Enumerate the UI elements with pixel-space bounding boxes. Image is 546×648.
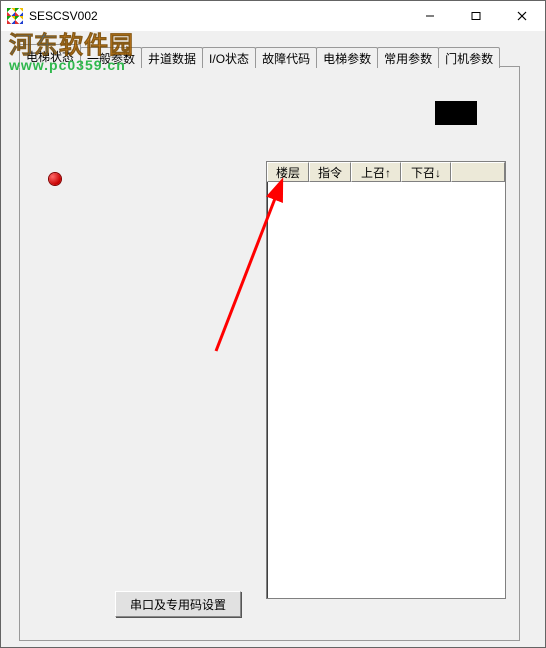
col-header-label: 指令 [318, 164, 342, 181]
minimize-button[interactable] [407, 1, 453, 31]
window-title: SESCSV002 [29, 9, 98, 23]
tab-common-params[interactable]: 常用参数 [377, 47, 439, 68]
status-led-icon [49, 173, 61, 185]
tab-label: 门机参数 [445, 50, 493, 67]
tab-door-params[interactable]: 门机参数 [438, 47, 500, 68]
col-blank [451, 162, 505, 182]
title-bar: SESCSV002 [1, 1, 545, 32]
app-icon [7, 8, 23, 24]
col-floor[interactable]: 楼层 [267, 162, 309, 182]
display-indicator-box [435, 101, 477, 125]
tab-label: 常用参数 [384, 50, 432, 67]
close-button[interactable] [499, 1, 545, 31]
col-down-call[interactable]: 下召↓ [401, 162, 451, 182]
client-area: 河东软件园 www.pc0359.cn 电梯状态 一般参数 井道数据 I/O状态… [1, 31, 545, 647]
tab-label: I/O状态 [209, 50, 249, 67]
serial-settings-button[interactable]: 串口及专用码设置 [115, 591, 241, 617]
tab-label: 电梯参数 [323, 50, 371, 67]
app-window: SESCSV002 河东软件园 www.pc0359.cn 电梯状态 一般参数 [0, 0, 546, 648]
tab-io-status[interactable]: I/O状态 [202, 47, 256, 68]
tab-elevator-params[interactable]: 电梯参数 [316, 47, 378, 68]
window-controls [407, 1, 545, 31]
tab-shaft-data[interactable]: 井道数据 [141, 47, 203, 68]
tab-label: 一般参数 [87, 50, 135, 67]
tab-general-params[interactable]: 一般参数 [80, 47, 142, 68]
tab-elevator-status[interactable]: 电梯状态 [19, 44, 81, 68]
button-label: 串口及专用码设置 [130, 596, 226, 613]
floor-call-table[interactable]: 楼层 指令 上召↑ 下召↓ [266, 161, 506, 599]
tab-label: 电梯状态 [26, 48, 74, 65]
maximize-button[interactable] [453, 1, 499, 31]
col-header-label: 楼层 [276, 164, 300, 181]
col-header-label: 下召↓ [411, 164, 441, 181]
tab-label: 故障代码 [262, 50, 310, 67]
col-up-call[interactable]: 上召↑ [351, 162, 401, 182]
tab-strip: 电梯状态 一般参数 井道数据 I/O状态 故障代码 电梯参数 常用参数 门机参数 [19, 45, 520, 67]
table-header-row: 楼层 指令 上召↑ 下召↓ [267, 162, 505, 182]
col-command[interactable]: 指令 [309, 162, 351, 182]
col-header-label: 上召↑ [361, 164, 391, 181]
tab-label: 井道数据 [148, 50, 196, 67]
tab-fault-codes[interactable]: 故障代码 [255, 47, 317, 68]
